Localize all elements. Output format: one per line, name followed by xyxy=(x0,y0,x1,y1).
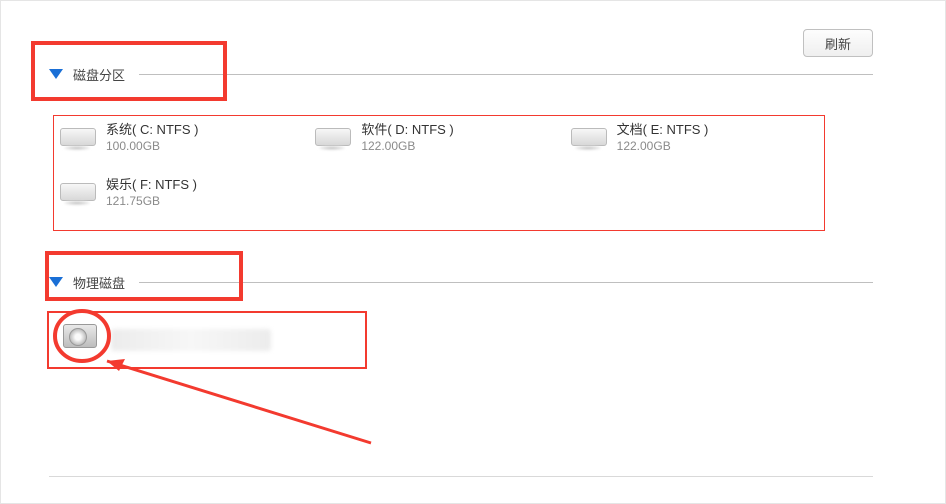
divider xyxy=(49,476,873,477)
partitions-grid: 系统( C: NTFS ) 100.00GB 软件( D: NTFS ) 122… xyxy=(53,115,825,231)
section-partitions-header[interactable]: 磁盘分区 xyxy=(49,61,873,87)
drive-icon xyxy=(58,179,98,207)
refresh-button[interactable]: 刷新 xyxy=(803,29,873,57)
section-physical: 物理磁盘 xyxy=(49,269,873,295)
partition-name: 文档( E: NTFS ) xyxy=(617,122,709,138)
partition-item[interactable]: 系统( C: NTFS ) 100.00GB xyxy=(58,120,313,175)
partition-name: 软件( D: NTFS ) xyxy=(361,122,453,138)
physical-disk-name-redacted xyxy=(111,329,271,351)
partition-name: 娱乐( F: NTFS ) xyxy=(106,177,197,193)
partition-item[interactable]: 软件( D: NTFS ) 122.00GB xyxy=(313,120,568,175)
drive-icon xyxy=(313,124,353,152)
collapse-triangle-icon xyxy=(49,69,63,79)
drive-icon xyxy=(569,124,609,152)
hard-disk-icon xyxy=(61,324,101,356)
partition-item[interactable]: 文档( E: NTFS ) 122.00GB xyxy=(569,120,824,175)
section-physical-title: 物理磁盘 xyxy=(73,273,125,292)
partition-size: 100.00GB xyxy=(106,138,198,154)
partition-size: 121.75GB xyxy=(106,193,197,209)
physical-disk-item[interactable] xyxy=(47,311,367,369)
partition-size: 122.00GB xyxy=(361,138,453,154)
collapse-triangle-icon xyxy=(49,277,63,287)
partition-name: 系统( C: NTFS ) xyxy=(106,122,198,138)
divider xyxy=(139,282,873,283)
partition-size: 122.00GB xyxy=(617,138,709,154)
drive-icon xyxy=(58,124,98,152)
section-partitions-title: 磁盘分区 xyxy=(73,65,125,84)
section-partitions: 磁盘分区 xyxy=(49,61,873,87)
partition-item[interactable]: 娱乐( F: NTFS ) 121.75GB xyxy=(58,175,313,230)
section-physical-header[interactable]: 物理磁盘 xyxy=(49,269,873,295)
divider xyxy=(139,74,873,75)
